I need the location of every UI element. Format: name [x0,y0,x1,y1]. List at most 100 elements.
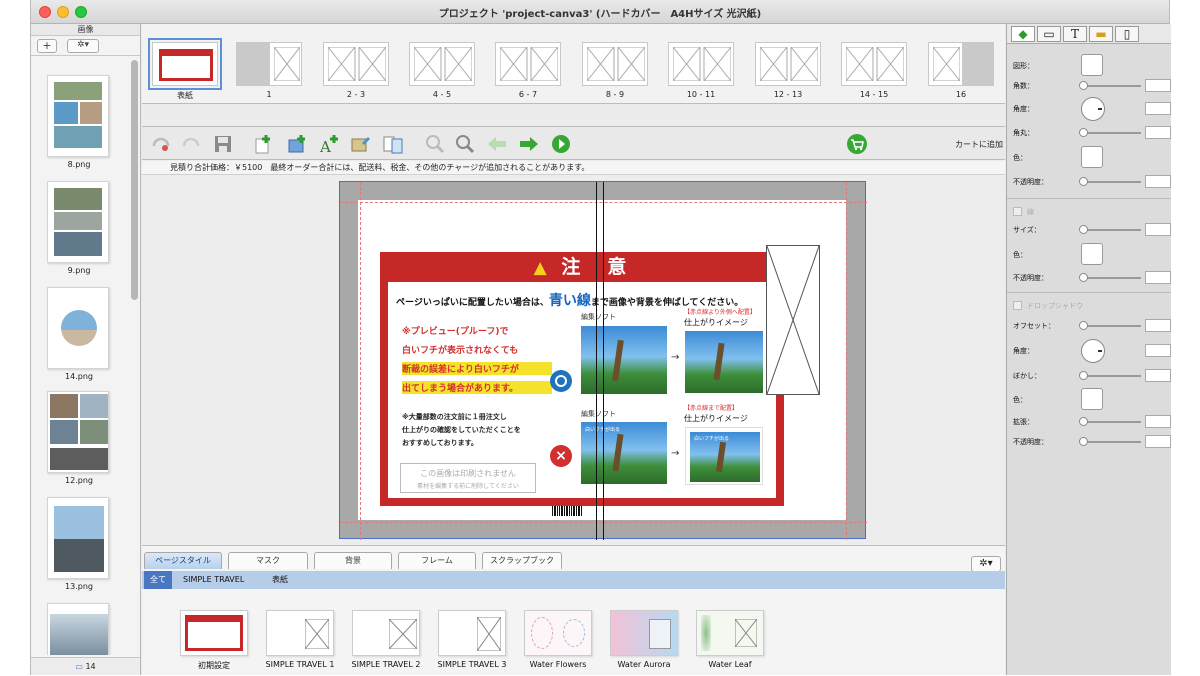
tab-mask[interactable]: マスク [228,552,308,569]
tab-background[interactable]: 背景 [314,552,392,569]
next-page-icon[interactable] [518,133,540,155]
shadow-spread-slider[interactable] [1079,417,1088,426]
spread-item[interactable]: 2 - 3 [323,42,389,99]
shadow-opacity-slider[interactable] [1079,437,1088,446]
round-field[interactable] [1145,126,1171,139]
category-cover[interactable]: 表紙 [272,571,288,589]
image-item[interactable]: 8.png [47,75,111,169]
spread-item[interactable]: 1 [236,42,302,99]
border-opacity-field[interactable] [1145,271,1171,284]
fill-color-swatch[interactable] [1081,146,1103,168]
empty-photo-frame[interactable] [766,245,820,395]
image-item[interactable]: 9.png [47,181,111,275]
opacity-slider[interactable] [1079,177,1088,186]
border-checkbox[interactable] [1013,207,1022,216]
image-item[interactable] [47,603,111,655]
image-item[interactable]: 12.png [47,391,111,485]
corners-slider[interactable] [1079,81,1088,90]
image-panel-tools: + ✲▾ [31,36,140,56]
spread-thumbnail [841,42,907,86]
cart-icon[interactable] [846,133,868,155]
style-item[interactable]: 初期設定 [174,610,254,671]
shadow-opacity-field[interactable] [1145,435,1171,448]
arrow-icon: → [671,448,680,459]
shadow-angle-dial[interactable] [1081,339,1105,363]
spread-thumbnail [668,42,734,86]
image-filename: 13.png [65,582,93,591]
frame-tab[interactable]: ▭ [1037,26,1061,42]
style-item[interactable]: SIMPLE TRAVEL 2 [346,610,426,669]
previous-page-icon[interactable] [486,133,508,155]
image-item[interactable]: 13.png [47,497,111,591]
shadow-offset-field[interactable] [1145,319,1171,332]
border-size-field[interactable] [1145,223,1171,236]
ruler-tab[interactable]: ▬ [1089,26,1113,42]
shadow-color-swatch[interactable] [1081,388,1103,410]
shadow-blur-slider[interactable] [1079,371,1088,380]
add-image-icon[interactable] [286,133,308,155]
spread-item[interactable]: 14 - 15 [841,42,907,99]
edit-image-icon[interactable] [350,133,372,155]
image-item[interactable]: 14.png [47,287,111,381]
shadow-spread-field[interactable] [1145,415,1171,428]
spread-item[interactable]: 6 - 7 [495,42,561,99]
palm-photo-edit-ng: 白いフチが出る [581,422,667,484]
style-thumbnail [610,610,678,656]
round-slider[interactable] [1079,128,1088,137]
page-spread[interactable]: ▲ 注 意 ページいっぱいに配置したい場合は、青い線まで画像や背景を伸ばしてくだ… [339,181,867,540]
add-image-button[interactable]: + [37,39,57,53]
border-opacity-slider[interactable] [1079,273,1088,282]
notice-image[interactable]: ▲ 注 意 ページいっぱいに配置したい場合は、青い線まで画像や背景を伸ばしてくだ… [380,252,784,506]
add-text-icon[interactable]: A [318,133,340,155]
spread-item[interactable]: 4 - 5 [409,42,475,99]
style-gear-button[interactable]: ✲▾ [971,556,1001,572]
tab-frame[interactable]: フレーム [398,552,476,569]
tab-scrapbook[interactable]: スクラップブック [482,552,562,569]
spread-item[interactable]: 16 [928,42,994,99]
spread-item[interactable]: 12 - 13 [755,42,821,99]
zoom-out-icon[interactable] [424,133,446,155]
add-page-icon[interactable] [252,133,274,155]
style-thumbnail [524,610,592,656]
text-tab[interactable]: T [1063,26,1087,42]
image-thumbnail [47,287,109,369]
editor-canvas: ▲ 注 意 ページいっぱいに配置したい場合は、青い線まで画像や背景を伸ばしてくだ… [142,175,1005,545]
spread-item[interactable]: 10 - 11 [668,42,734,99]
corners-field[interactable] [1145,79,1171,92]
category-simple-travel[interactable]: SIMPLE TRAVEL [183,571,244,589]
spread-label: 8 - 9 [605,90,625,99]
window-title: プロジェクト 'project-canva3' (ハードカバー A4Hサイズ 光… [438,9,762,20]
undo-icon[interactable] [150,133,172,155]
style-item[interactable]: Water Leaf [690,610,770,669]
add-to-cart-button[interactable]: カートに追加 [955,139,1003,150]
shadow-angle-field[interactable] [1145,344,1171,357]
image-gear-button[interactable]: ✲▾ [67,39,99,53]
page-layout-icon[interactable] [382,133,404,155]
shadow-checkbox[interactable] [1013,301,1022,310]
image-count: ▭ 14 [31,657,140,675]
redo-icon[interactable] [180,133,202,155]
play-preview-icon[interactable] [550,133,572,155]
save-icon[interactable] [212,133,234,155]
page-tab[interactable]: ▯ [1115,26,1139,42]
spread-item[interactable]: 8 - 9 [582,42,648,99]
border-color-swatch[interactable] [1081,243,1103,265]
angle-field[interactable] [1145,102,1171,115]
shadow-offset-slider[interactable] [1079,321,1088,330]
shape-picker[interactable] [1081,54,1103,76]
image-list-scrollbar[interactable] [131,60,138,300]
zoom-in-icon[interactable] [454,133,476,155]
angle-dial[interactable] [1081,97,1105,121]
spread-thumbnail [236,42,302,86]
style-item[interactable]: Water Aurora [604,610,684,669]
style-item[interactable]: SIMPLE TRAVEL 1 [260,610,340,669]
border-size-slider[interactable] [1079,225,1088,234]
shadow-blur-field[interactable] [1145,369,1171,382]
shape-tab[interactable]: ◆ [1011,26,1035,42]
opacity-field[interactable] [1145,175,1171,188]
spread-cover[interactable]: 表紙 [148,38,222,101]
style-item[interactable]: Water Flowers [518,610,598,669]
tab-page-style[interactable]: ページスタイル [144,552,222,569]
category-all[interactable]: 全て [144,571,172,589]
style-item[interactable]: SIMPLE TRAVEL 3 [432,610,512,669]
